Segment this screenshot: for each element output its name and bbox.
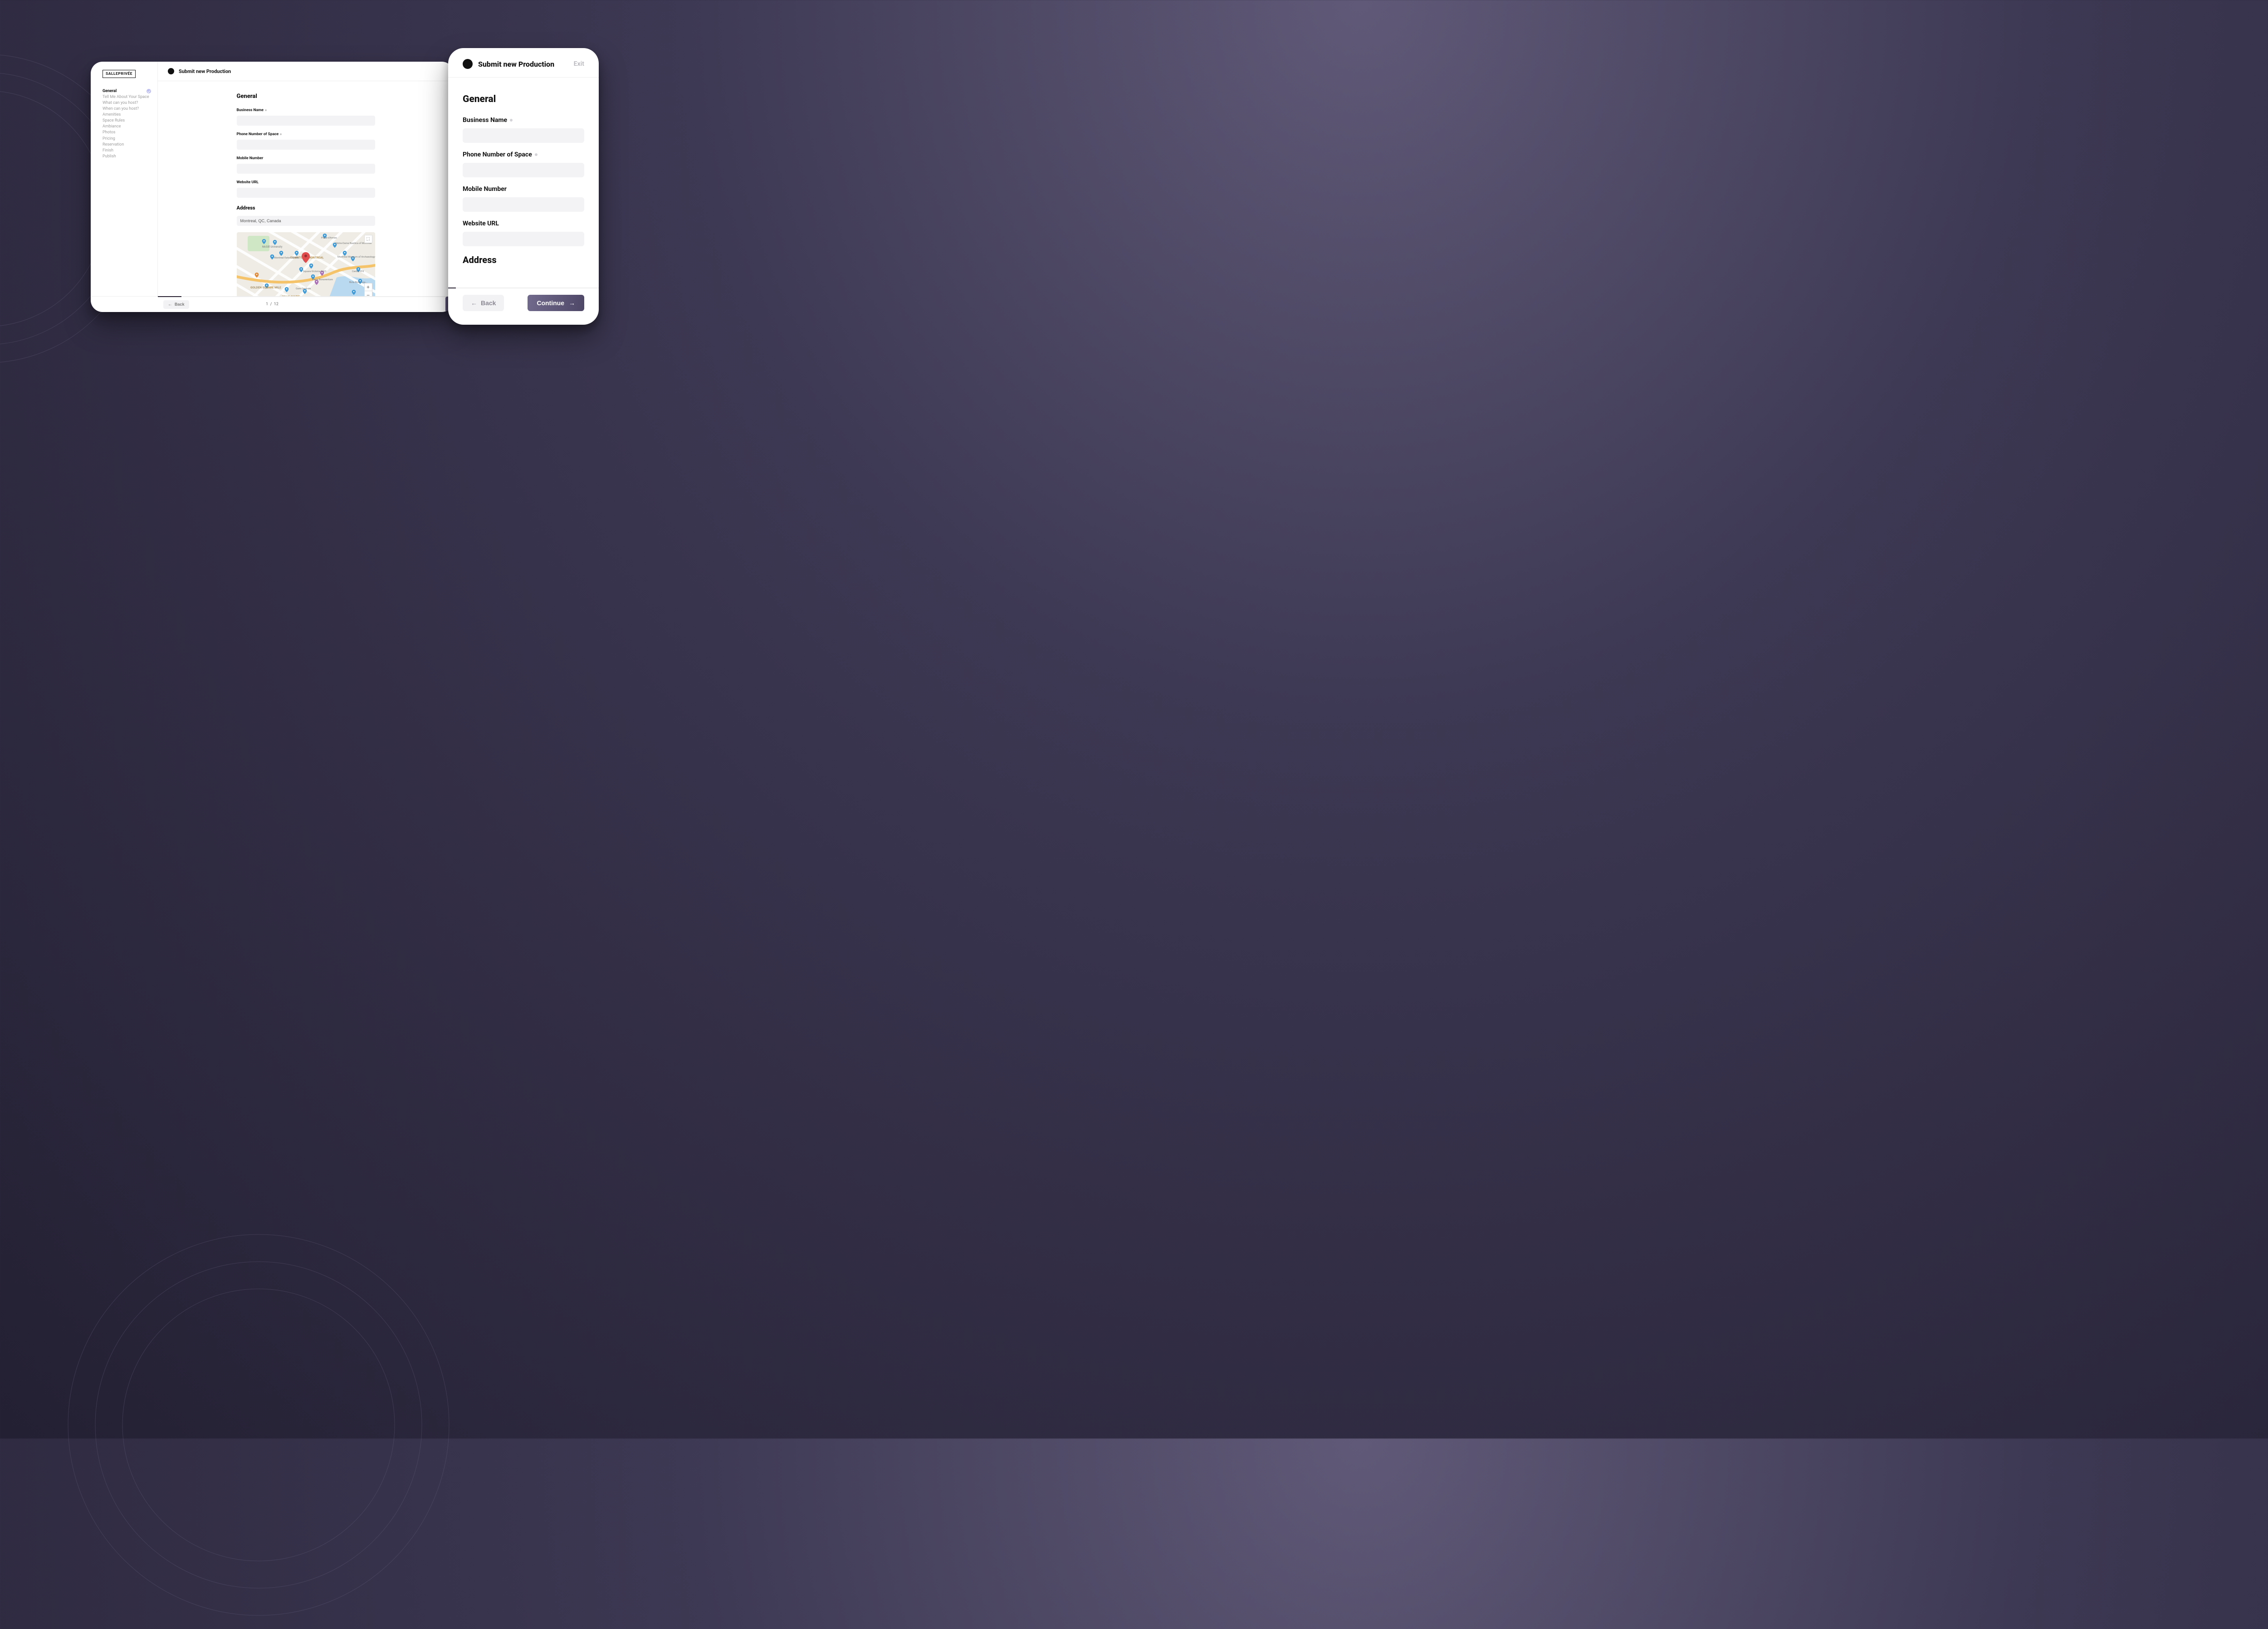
mobile-form-scroll[interactable]: General Business Name Phone Number of Sp… (448, 78, 599, 288)
sidebar-item-label: When can you host? (103, 106, 151, 112)
map-label: Place-d'Armes (321, 237, 337, 239)
sidebar-item-label: Finish (103, 148, 151, 153)
back-button[interactable]: ← Back (163, 300, 189, 309)
label-business-name: Business Name (463, 117, 507, 124)
map-fullscreen-button[interactable]: ⛶ (364, 235, 372, 243)
decorative-orbits-bottom (54, 1221, 463, 1629)
arrow-right-icon: → (569, 299, 575, 307)
sidebar-item-label: Reservation (103, 142, 151, 147)
form-scroll[interactable]: General Business Name Phone Number of Sp… (158, 81, 454, 296)
mobile-footer: ← Back Continue → (448, 288, 599, 325)
required-dot-icon (265, 109, 267, 111)
map-zoom-in-button[interactable]: + (364, 283, 372, 291)
map-label: Montreal Museum of Archaeology and Histo… (337, 255, 375, 258)
sidebar-item-label: Space Rules (103, 118, 151, 123)
section-heading-address: Address (237, 205, 375, 211)
label-mobile-number: Mobile Number (237, 156, 264, 161)
sidebar-item-when-can-you-host[interactable]: When can you host? (103, 106, 151, 112)
label-mobile-number: Mobile Number (463, 185, 507, 193)
content-header: Submit new Production (158, 62, 454, 81)
desktop-footer: ← Back 1 / 12 (91, 297, 454, 312)
sidebar: SALLEPRIVÉE GeneralTell Me About Your Sp… (91, 62, 158, 296)
sidebar-item-general[interactable]: General (103, 88, 151, 94)
sidebar-item-label: Pricing (103, 136, 151, 141)
label-phone-space: Phone Number of Space (237, 132, 279, 137)
desktop-device-frame: SALLEPRIVÉE GeneralTell Me About Your Sp… (91, 62, 454, 312)
sidebar-item-label: Publish (103, 154, 151, 159)
website-url-input[interactable] (237, 188, 375, 198)
sidebar-item-label: Amenities (103, 112, 151, 117)
map-label: Montreal Eaton Centre (274, 257, 299, 259)
sidebar-item-what-can-you-host[interactable]: What can you host? (103, 100, 151, 106)
map-label: McGill University (262, 245, 283, 249)
sidebar-item-space-rules[interactable]: Space Rules (103, 118, 151, 124)
check-icon (147, 89, 151, 93)
label-business-name: Business Name (237, 108, 264, 112)
map-label: Square-Victoria-OACI (303, 270, 327, 273)
website-url-input[interactable] (463, 232, 584, 246)
continue-button-label: Continue (537, 299, 564, 307)
address-input[interactable] (237, 216, 375, 226)
arrow-left-icon: ← (471, 299, 477, 307)
map-pin-icon (302, 252, 310, 263)
sidebar-item-label: Tell Me About Your Space (103, 94, 151, 100)
label-website-url: Website URL (237, 180, 259, 185)
map[interactable]: McGill University DOWNTOWN MONTREAL Mont… (237, 232, 375, 296)
label-website-url: Website URL (463, 220, 499, 227)
map-canvas: McGill University DOWNTOWN MONTREAL Mont… (237, 232, 375, 296)
back-button-label: Back (481, 299, 496, 307)
back-button[interactable]: ← Back (463, 295, 504, 311)
map-label: Gare Centrale (296, 288, 311, 290)
phone-space-input[interactable] (463, 163, 584, 177)
sidebar-item-amenities[interactable]: Amenities (103, 112, 151, 118)
required-dot-icon (510, 119, 513, 122)
sidebar-item-ambiance[interactable]: Ambiance (103, 124, 151, 130)
page-title: Submit new Production (478, 60, 568, 68)
sidebar-item-tell-me-about-your-space[interactable]: Tell Me About Your Space (103, 94, 151, 100)
business-name-input[interactable] (237, 116, 375, 126)
page-title: Submit new Production (179, 68, 231, 74)
mobile-number-input[interactable] (237, 164, 375, 174)
step-dot-icon (168, 68, 174, 74)
sidebar-item-finish[interactable]: Finish (103, 147, 151, 153)
page-indicator: 1 / 12 (266, 302, 279, 307)
content-area: Submit new Production General Business N… (158, 62, 454, 296)
sidebar-item-photos[interactable]: Photos (103, 130, 151, 136)
map-label: Place Bonaventure (312, 278, 333, 281)
sidebar-item-label: What can you host? (103, 100, 151, 106)
mobile-number-input[interactable] (463, 197, 584, 212)
progress-bar (158, 296, 454, 297)
sidebar-item-label: General (103, 88, 145, 94)
arrow-left-icon: ← (168, 302, 172, 307)
phone-space-input[interactable] (237, 140, 375, 150)
business-name-input[interactable] (463, 128, 584, 143)
progress-fill (158, 296, 181, 297)
map-zoom-out-button[interactable]: − (364, 291, 372, 296)
label-phone-space: Phone Number of Space (463, 151, 532, 158)
sidebar-item-publish[interactable]: Publish (103, 154, 151, 160)
required-dot-icon (535, 153, 538, 156)
mobile-device-frame: Submit new Production Exit General Busin… (448, 48, 599, 325)
section-heading-general: General (237, 93, 375, 100)
sidebar-item-reservation[interactable]: Reservation (103, 141, 151, 147)
step-dot-icon (463, 59, 473, 69)
map-label: Centre PHI (352, 270, 364, 273)
mobile-header: Submit new Production Exit (448, 55, 599, 78)
continue-button[interactable]: Continue → (528, 295, 584, 311)
map-label: GOLDEN SQUARE MILE (250, 286, 281, 289)
section-heading-address: Address (463, 254, 584, 265)
sidebar-item-label: Ambiance (103, 124, 151, 129)
exit-link[interactable]: Exit (574, 60, 584, 68)
brand-logo: SALLEPRIVÉE (103, 70, 136, 78)
required-dot-icon (280, 133, 282, 135)
section-heading-general: General (463, 94, 584, 105)
sidebar-item-pricing[interactable]: Pricing (103, 136, 151, 141)
back-button-label: Back (175, 302, 185, 307)
sidebar-item-label: Photos (103, 130, 151, 135)
